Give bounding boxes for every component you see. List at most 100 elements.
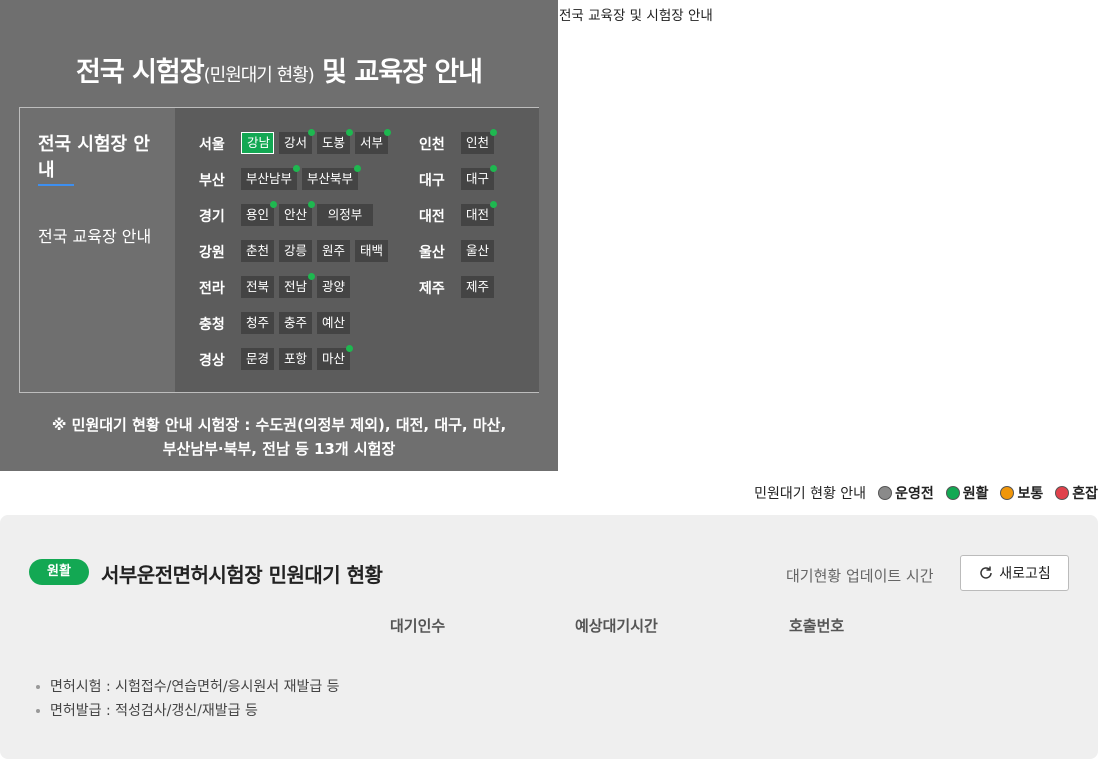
center-chip-label: 대구: [466, 171, 490, 186]
center-chip[interactable]: 용인: [241, 201, 277, 226]
center-chip[interactable]: 서부: [355, 129, 391, 154]
center-chip[interactable]: 태백: [355, 240, 388, 262]
center-selector-box: 전국 시험장 안내 전국 교육장 안내 서울 강남 강서 도봉 서부 부산 부산남부 부산북부…: [19, 107, 539, 393]
center-chip[interactable]: 광양: [317, 276, 350, 298]
center-chip[interactable]: 전남: [279, 273, 315, 298]
exam-center-panel: 전국 시험장(민원대기 현황) 및 교육장 안내 전국 시험장 안내 전국 교육…: [0, 0, 558, 471]
status-dot-icon: [490, 201, 497, 208]
bullet-license: 면허발급 : 적성검사/갱신/재발급 등: [36, 700, 258, 720]
region-label: 울산: [419, 245, 445, 261]
region-label: 경상: [199, 353, 225, 369]
center-chip[interactable]: 춘천: [241, 240, 274, 262]
center-chip-label: 안산: [284, 207, 308, 222]
center-chip[interactable]: 제주: [461, 276, 494, 298]
center-chip-label: 제주: [466, 279, 490, 294]
center-chip-label: 포항: [284, 351, 308, 366]
status-dot-icon: [490, 165, 497, 172]
center-chip-label: 청주: [246, 315, 270, 330]
center-chip-label: 울산: [466, 243, 490, 258]
nav-exam-centers[interactable]: 전국 시험장 안내: [38, 132, 158, 184]
center-chip[interactable]: 안산: [279, 201, 315, 226]
legend-item: 운영전: [878, 483, 934, 503]
status-legend: 민원대기 현황 안내 운영전 원활 보통 혼잡: [754, 483, 1098, 503]
status-dot-icon: [354, 165, 361, 172]
region-label: 충청: [199, 317, 225, 333]
center-chip-label: 광양: [322, 279, 346, 294]
nav-active-underline: [38, 184, 74, 186]
bullet-exam: 면허시험 : 시험접수/연습면허/응시원서 재발급 등: [36, 676, 340, 696]
update-time-label: 대기현황 업데이트 시간: [786, 567, 934, 585]
status-badge: 원활: [29, 559, 89, 585]
center-chip[interactable]: 인천: [461, 129, 497, 154]
center-chip[interactable]: 부산남부: [241, 165, 300, 190]
center-chip-label: 부산남부: [246, 171, 293, 186]
center-chip[interactable]: 포항: [279, 348, 312, 370]
center-chip[interactable]: 대구: [461, 165, 497, 190]
legend-dot-icon: [1000, 486, 1015, 500]
panel-title: 전국 시험장(민원대기 현황) 및 교육장 안내: [0, 50, 558, 89]
region-label: 서울: [199, 137, 225, 153]
status-dot-icon: [308, 273, 315, 280]
region-label: 제주: [419, 281, 445, 297]
legend-item-label: 혼잡: [1072, 486, 1098, 502]
center-chip[interactable]: 의정부: [317, 204, 373, 226]
status-dot-icon: [384, 129, 391, 136]
col-waiting-count: 대기인수: [390, 617, 446, 635]
region-label: 경기: [199, 209, 225, 225]
center-chip-label: 강릉: [284, 243, 308, 258]
center-chip[interactable]: 대전: [461, 201, 497, 226]
center-chip[interactable]: 전북: [241, 276, 274, 298]
center-chip-label: 의정부: [327, 207, 363, 222]
center-chip-label: 태백: [360, 243, 384, 258]
center-chip-label: 전남: [284, 279, 308, 294]
center-chip[interactable]: 강서: [279, 129, 315, 154]
status-card: 원활 서부운전면허시험장 민원대기 현황 대기현황 업데이트 시간 새로고침 대…: [0, 515, 1098, 759]
center-chip[interactable]: 도봉: [317, 129, 353, 154]
center-chip-label: 마산: [322, 351, 346, 366]
panel-title-main: 전국 시험장: [76, 57, 205, 88]
legend-item: 혼잡: [1055, 483, 1098, 503]
center-chip-label: 도봉: [322, 135, 346, 150]
center-chip-label: 예산: [322, 315, 346, 330]
card-title: 서부운전면허시험장 민원대기 현황: [101, 563, 383, 587]
status-dot-icon: [308, 129, 315, 136]
panel-title-rest: 및 교육장 안내: [322, 57, 483, 88]
center-chip[interactable]: 충주: [279, 312, 312, 334]
center-chip-label: 문경: [246, 351, 270, 366]
panel-note: ※ 민원대기 현황 안내 시험장 : 수도권(의정부 제외), 대전, 대구, …: [0, 413, 558, 461]
center-chip[interactable]: 강남: [241, 132, 274, 154]
center-chip[interactable]: 예산: [317, 312, 350, 334]
legend-label: 민원대기 현황 안내: [754, 486, 867, 502]
center-chip[interactable]: 강릉: [279, 240, 312, 262]
center-nav: 전국 시험장 안내 전국 교육장 안내: [20, 108, 175, 392]
legend-item-label: 보통: [1017, 486, 1044, 502]
refresh-icon: [980, 566, 992, 579]
center-chip-label: 인천: [466, 135, 490, 150]
status-dot-icon: [346, 345, 353, 352]
status-dot-icon: [490, 129, 497, 136]
legend-dot-icon: [878, 486, 893, 500]
center-chip-label: 용인: [246, 207, 270, 222]
center-chip[interactable]: 마산: [317, 345, 353, 370]
status-dot-icon: [270, 201, 277, 208]
region-label: 대구: [419, 173, 445, 189]
center-chip[interactable]: 문경: [241, 348, 274, 370]
refresh-button[interactable]: 새로고침: [960, 555, 1069, 591]
col-wait-time: 예상대기시간: [575, 617, 658, 635]
region-grid: 서울 강남 강서 도봉 서부 부산 부산남부 부산북부 경기 용인 안산 의정부 강원 춘천 강릉 원주 태백 전…: [175, 108, 539, 392]
center-chip-label: 충주: [284, 315, 308, 330]
status-dot-icon: [308, 201, 315, 208]
center-chip-label: 서부: [360, 135, 384, 150]
center-chip[interactable]: 울산: [461, 240, 494, 262]
center-chip[interactable]: 부산북부: [302, 165, 361, 190]
region-label: 대전: [419, 209, 445, 225]
legend-item: 원활: [945, 483, 989, 503]
center-chip[interactable]: 원주: [317, 240, 350, 262]
nav-education-centers[interactable]: 전국 교육장 안내: [38, 224, 158, 249]
legend-item-label: 원활: [962, 486, 989, 502]
legend-item: 보통: [1000, 483, 1043, 503]
center-chip[interactable]: 청주: [241, 312, 274, 334]
col-call-number: 호출번호: [789, 617, 845, 635]
panel-note-line1: ※ 민원대기 현황 안내 시험장 : 수도권(의정부 제외), 대전, 대구, …: [51, 416, 507, 434]
center-chip-label: 부산북부: [307, 171, 354, 186]
